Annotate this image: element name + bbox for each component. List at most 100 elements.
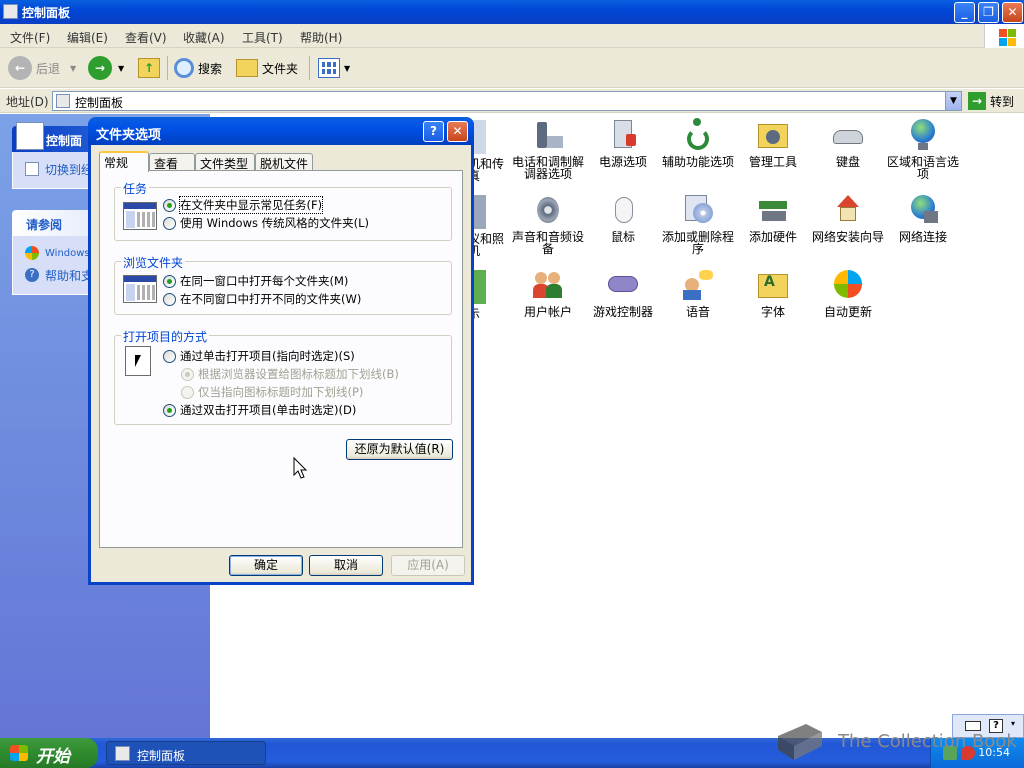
windows-update-icon	[25, 246, 39, 260]
minimize-button[interactable]: _	[954, 2, 975, 23]
cp-item-network-connections[interactable]: 网络连接	[885, 193, 961, 243]
radio-classic-folders[interactable]: 使用 Windows 传统风格的文件夹(L)	[163, 215, 369, 231]
control-panel-icon	[16, 122, 44, 150]
help-icon: ?	[25, 268, 39, 282]
cp-item-printers-partial[interactable]: 机和传 真	[468, 120, 508, 182]
views-dropdown-icon[interactable]: ▼	[344, 64, 350, 73]
tab-file-types[interactable]: 文件类型	[195, 153, 255, 171]
cp-item-game-controllers[interactable]: 游戏控制器	[585, 268, 661, 318]
menu-tools[interactable]: 工具(T)	[242, 29, 283, 46]
go-button[interactable]: → 转到	[968, 92, 1014, 110]
cp-item-mouse[interactable]: 鼠标	[585, 193, 661, 243]
folders-button[interactable]: 文件夹	[236, 56, 298, 80]
views-button[interactable]: ▼	[318, 56, 350, 80]
cp-item-add-remove-programs[interactable]: 添加或删除程序	[660, 193, 736, 255]
cp-item-network-setup-wizard[interactable]: 网络安装向导	[810, 193, 886, 243]
window-titlebar[interactable]: 控制面板 _ ❐ ✕	[0, 0, 1024, 24]
search-icon	[174, 58, 194, 78]
group-click-legend: 打开项目的方式	[121, 328, 210, 345]
switch-view-icon	[25, 162, 39, 176]
dialog-help-button[interactable]: ?	[423, 121, 444, 142]
dialog-close-button[interactable]: ✕	[447, 121, 468, 142]
menu-bar: 文件(F) 编辑(E) 查看(V) 收藏(A) 工具(T) 帮助(H)	[0, 24, 1024, 48]
radio-same-window[interactable]: 在同一窗口中打开每个文件夹(M)	[163, 273, 348, 289]
globe-icon	[906, 118, 940, 152]
add-hardware-icon	[756, 193, 790, 227]
cp-item-scanners-partial[interactable]: 仪和照 机	[468, 195, 508, 257]
menu-favorites[interactable]: 收藏(A)	[183, 29, 225, 46]
address-dropdown-icon[interactable]: ▼	[945, 92, 961, 110]
folder-options-dialog: 文件夹选项 ? ✕ 常规 查看 文件类型 脱机文件 任务 在文件夹中显示常见任务…	[88, 117, 474, 585]
power-options-icon	[606, 118, 640, 152]
cp-item-display-partial[interactable]: 示	[468, 270, 508, 320]
menu-file[interactable]: 文件(F)	[10, 29, 50, 46]
windows-update-icon	[831, 268, 865, 302]
group-tasks-legend: 任务	[121, 180, 150, 197]
menu-edit[interactable]: 编辑(E)	[67, 29, 108, 46]
keyboard-icon	[831, 118, 865, 152]
close-button[interactable]: ✕	[1002, 2, 1023, 23]
search-button[interactable]: 搜索	[174, 56, 222, 80]
cp-item-phone-modem[interactable]: 电话和调制解调器选项	[510, 118, 586, 180]
start-button[interactable]: 开始	[0, 738, 98, 768]
cp-item-sound-audio[interactable]: 声音和音频设备	[510, 193, 586, 255]
cp-item-automatic-updates[interactable]: 自动更新	[810, 268, 886, 318]
folder-icon	[236, 59, 258, 77]
tasks-preview-icon	[123, 202, 157, 230]
accessibility-icon	[681, 118, 715, 152]
views-icon	[318, 58, 340, 78]
dialog-titlebar[interactable]: 文件夹选项 ? ✕	[88, 117, 474, 145]
windows-logo-icon	[10, 745, 28, 761]
network-globe-icon	[906, 193, 940, 227]
radio-underline-point[interactable]: 仅当指向图标标题时加下划线(P)	[181, 384, 363, 400]
cp-item-fonts[interactable]: A 字体	[735, 268, 811, 318]
ok-button[interactable]: 确定	[229, 555, 303, 576]
restore-button[interactable]: ❐	[978, 2, 999, 23]
cp-item-keyboard[interactable]: 键盘	[810, 118, 886, 168]
restore-defaults-button[interactable]: 还原为默认值(R)	[346, 439, 453, 460]
cp-item-accessibility[interactable]: 辅助功能选项	[660, 118, 736, 168]
cancel-button[interactable]: 取消	[309, 555, 383, 576]
address-bar: 地址(D) 控制面板 ▼ → 转到	[0, 89, 1024, 113]
mouse-icon	[606, 193, 640, 227]
radio-underline-browser[interactable]: 根据浏览器设置给图标标题加下划线(B)	[181, 366, 399, 382]
menu-view[interactable]: 查看(V)	[125, 29, 167, 46]
house-network-icon	[831, 193, 865, 227]
taskbar-item-control-panel[interactable]: 控制面板	[106, 741, 266, 765]
cp-item-user-accounts[interactable]: 用户帐户	[510, 268, 586, 318]
watermark-text: The Collection Book	[838, 731, 1017, 752]
windows-logo-icon	[984, 24, 1024, 48]
panel-title: 控制面	[46, 134, 83, 148]
tab-general[interactable]: 常规	[99, 151, 149, 172]
cp-item-add-hardware[interactable]: 添加硬件	[735, 193, 811, 243]
cp-item-admin-tools[interactable]: 管理工具	[735, 118, 811, 168]
group-browse-folders: 浏览文件夹 在同一窗口中打开每个文件夹(M) 在不同窗口中打开不同的文件夹(W)	[114, 254, 452, 315]
cp-item-region-language[interactable]: 区域和语言选项	[885, 118, 961, 180]
group-tasks: 任务 在文件夹中显示常见任务(F) 使用 Windows 传统风格的文件夹(L)	[114, 180, 452, 241]
tab-offline-files[interactable]: 脱机文件	[255, 153, 313, 171]
forward-dropdown-icon[interactable]: ▼	[118, 64, 124, 73]
watermark-book-icon	[778, 724, 822, 760]
group-click-items: 打开项目的方式 通过单击打开项目(指向时选定)(S) 根据浏览器设置给图标标题加…	[114, 328, 452, 425]
address-field[interactable]: 控制面板 ▼	[52, 91, 962, 111]
click-cursor-preview-icon	[125, 346, 151, 376]
radio-double-click[interactable]: 通过双击打开项目(单击时选定)(D)	[163, 402, 356, 418]
up-folder-button[interactable]: ↑	[138, 56, 160, 80]
radio-single-click[interactable]: 通过单击打开项目(指向时选定)(S)	[163, 348, 355, 364]
tab-view[interactable]: 查看	[149, 153, 195, 171]
apply-button[interactable]: 应用(A)	[391, 555, 465, 576]
forward-button[interactable]: → ▼	[88, 56, 124, 80]
radio-show-common-tasks[interactable]: 在文件夹中显示常见任务(F)	[163, 196, 324, 214]
speech-icon	[681, 268, 715, 302]
back-dropdown-icon[interactable]: ▼	[70, 64, 76, 73]
menu-help[interactable]: 帮助(H)	[300, 29, 342, 46]
keyboard-icon[interactable]	[965, 721, 981, 731]
back-button[interactable]: ← 后退 ▼	[8, 56, 76, 80]
langbar-options-icon[interactable]: ▾	[1011, 719, 1015, 728]
forward-arrow-icon: →	[88, 56, 112, 80]
cp-item-speech[interactable]: 语音	[660, 268, 736, 318]
radio-separate-window[interactable]: 在不同窗口中打开不同的文件夹(W)	[163, 291, 361, 307]
fonts-folder-icon: A	[756, 268, 790, 302]
cp-item-power[interactable]: 电源选项	[585, 118, 661, 168]
window-title: 控制面板	[22, 6, 71, 20]
